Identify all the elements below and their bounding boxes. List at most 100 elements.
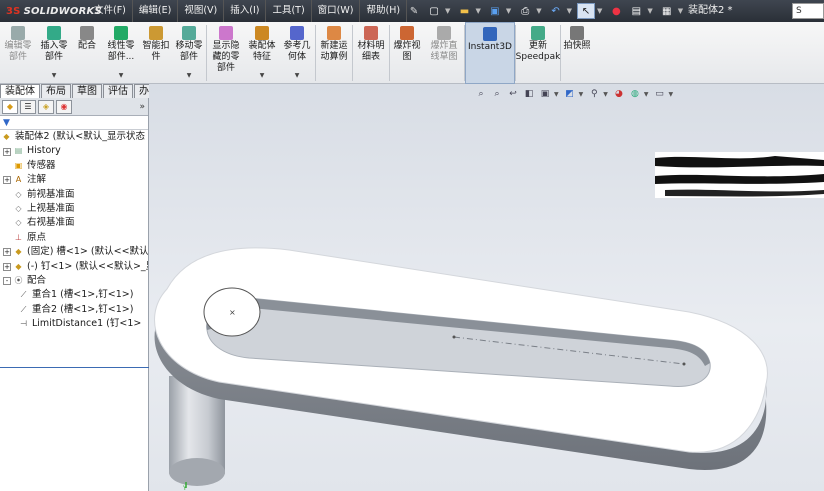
tree-node-label: 配合 <box>27 274 47 286</box>
tree-end-rollback-bar[interactable] <box>0 367 149 368</box>
section-view-icon[interactable]: ◧ <box>522 87 536 101</box>
menu-item[interactable]: 窗口(W) <box>312 0 361 22</box>
feature-manager-tab-icon[interactable]: ◆ <box>2 99 18 114</box>
chevron-down-icon[interactable]: ▼ <box>445 7 450 15</box>
command-button[interactable]: 移动零 部件 ▼ <box>172 22 206 84</box>
expand-panel-icon[interactable]: » <box>139 102 145 112</box>
tree-node[interactable]: ⊣ LimitDistance1 (钉<1> <box>0 317 148 331</box>
new-document-icon[interactable]: ▢ <box>425 3 443 19</box>
pin-menu-icon[interactable]: ✎ <box>407 6 421 17</box>
open-folder-icon[interactable]: ▬ <box>455 3 473 19</box>
hide-show-items-icon[interactable]: ⚲ <box>587 87 601 101</box>
tree-node[interactable]: + ◆ (-) 钉<1> (默认<<默认>_显 <box>0 260 148 274</box>
menu-item[interactable]: 插入(I) <box>224 0 267 22</box>
display-manager-tab-icon[interactable]: ◉ <box>56 99 72 114</box>
save-icon[interactable]: ▣ <box>486 3 504 19</box>
command-button[interactable]: 拍快照 <box>561 22 593 84</box>
chevron-down-icon[interactable]: ▼ <box>536 7 541 15</box>
graphics-area[interactable]: × Y ⌕ ⌕ ↩ ◧ ▣ ▼ ◩ ▼ ⚲ ▼ ◕ ◍ ▼ ▭ ▼ <box>149 84 824 491</box>
menu-item[interactable]: 文件(F) <box>88 0 133 22</box>
chevron-down-icon[interactable]: ▼ <box>579 91 584 98</box>
rebuild-traffic-light-icon[interactable]: ● <box>607 3 625 19</box>
chevron-down-icon[interactable]: ▼ <box>603 91 608 98</box>
view-orientation-icon[interactable]: ▣ <box>538 87 552 101</box>
collapse-icon[interactable]: - <box>3 277 11 286</box>
file-properties-icon[interactable]: ▤ <box>627 3 645 19</box>
tree-node[interactable]: + ◆ (固定) 槽<1> (默认<<默认_ <box>0 245 148 259</box>
command-button[interactable]: 配合 <box>72 22 102 84</box>
command-button[interactable]: 智能扣 件 <box>140 22 172 84</box>
configuration-manager-tab-icon[interactable]: ◈ <box>38 99 54 114</box>
chevron-down-icon[interactable]: ▼ <box>678 7 683 15</box>
plane-icon: ◇ <box>15 203 22 213</box>
tree-node[interactable]: + A 注解 <box>0 173 148 187</box>
command-button[interactable]: 爆炸视 图 <box>390 22 424 84</box>
command-button[interactable]: 新建运 动算例 <box>316 22 352 84</box>
command-button[interactable]: 更新 Speedpak <box>516 22 560 84</box>
command-button[interactable]: 编辑零 部件 <box>0 22 36 84</box>
command-button[interactable]: Instant3D <box>465 22 515 84</box>
previous-view-icon[interactable]: ↩ <box>506 87 520 101</box>
apply-scene-icon[interactable]: ◍ <box>628 87 642 101</box>
menu-item[interactable]: 帮助(H) <box>360 0 408 22</box>
tab[interactable]: 布局 <box>41 84 71 98</box>
undo-icon[interactable]: ↶ <box>547 3 565 19</box>
select-pointer-icon[interactable]: ↖ <box>577 3 595 19</box>
tree-node[interactable]: ▣ 传感器 <box>0 159 148 173</box>
tree-node[interactable]: ◇ 右视基准面 <box>0 216 148 230</box>
tree-node[interactable]: ⊥ 原点 <box>0 231 148 245</box>
tab[interactable]: 评估 <box>103 84 133 98</box>
filter-icon[interactable]: ▼ <box>3 118 10 128</box>
edit-component-icon <box>11 26 25 40</box>
chevron-down-icon[interactable]: ▼ <box>260 70 265 81</box>
command-button[interactable]: 插入零 部件 ▼ <box>36 22 72 84</box>
slot-part[interactable] <box>154 247 768 470</box>
pin-top-face[interactable]: × <box>203 287 261 337</box>
menu-item[interactable]: 编辑(E) <box>133 0 179 22</box>
chevron-down-icon[interactable]: ▼ <box>567 7 572 15</box>
view-settings-icon[interactable]: ▭ <box>653 87 667 101</box>
tree-root-assembly[interactable]: ◆ 装配体2 (默认<默认_显示状态 <box>0 130 148 144</box>
tree-node[interactable]: ⟋ 重合1 (槽<1>,钉<1>) <box>0 288 148 302</box>
model-view[interactable]: × Y <box>149 84 824 491</box>
zoom-to-fit-icon[interactable]: ⌕ <box>474 87 488 101</box>
tree-node[interactable]: + ▤ History <box>0 144 148 158</box>
chevron-down-icon[interactable]: ▼ <box>187 70 192 81</box>
chevron-down-icon[interactable]: ▼ <box>597 7 602 15</box>
help-search-input[interactable]: S <box>792 3 824 19</box>
chevron-down-icon[interactable]: ▼ <box>644 91 649 98</box>
chevron-down-icon[interactable]: ▼ <box>669 91 674 98</box>
display-style-icon[interactable]: ◩ <box>563 87 577 101</box>
command-button[interactable]: 显示隐 藏的零 部件 <box>207 22 245 84</box>
tab[interactable]: 草图 <box>72 84 102 98</box>
edit-appearance-icon[interactable]: ◕ <box>612 87 626 101</box>
command-button[interactable]: 参考几 何体 ▼ <box>279 22 315 84</box>
zoom-to-area-icon[interactable]: ⌕ <box>490 87 504 101</box>
chevron-down-icon[interactable]: ▼ <box>647 7 652 15</box>
tree-node[interactable]: ⟋ 重合2 (槽<1>,钉<1>) <box>0 303 148 317</box>
tree-node[interactable]: ◇ 上视基准面 <box>0 202 148 216</box>
command-button[interactable]: 爆炸直 线草图 <box>424 22 464 84</box>
feature-manager-panel: ◆ ☰ ◈ ◉ » ▼ ◆ 装配体2 (默认<默认_显示状态 + ▤ History… <box>0 98 149 491</box>
chevron-down-icon[interactable]: ▼ <box>295 70 300 81</box>
menu-item[interactable]: 工具(T) <box>266 0 312 22</box>
property-manager-tab-icon[interactable]: ☰ <box>20 99 36 114</box>
chevron-down-icon[interactable]: ▼ <box>119 70 124 81</box>
chevron-down-icon[interactable]: ▼ <box>554 91 559 98</box>
tree-node[interactable]: - ⦿ 配合 <box>0 274 148 288</box>
tab[interactable]: 装配体 <box>0 84 40 98</box>
expand-icon[interactable]: + <box>3 176 11 185</box>
options-icon[interactable]: ▦ <box>658 3 676 19</box>
command-button[interactable]: 线性零 部件... ▼ <box>102 22 140 84</box>
chevron-down-icon[interactable]: ▼ <box>52 70 57 81</box>
chevron-down-icon[interactable]: ▼ <box>475 7 480 15</box>
expand-icon[interactable]: + <box>3 262 11 271</box>
menu-item[interactable]: 视图(V) <box>178 0 225 22</box>
print-icon[interactable]: ⎙ <box>516 3 534 19</box>
expand-icon[interactable]: + <box>3 248 11 257</box>
command-button[interactable]: 材料明 细表 <box>353 22 389 84</box>
expand-icon[interactable]: + <box>3 147 11 156</box>
chevron-down-icon[interactable]: ▼ <box>506 7 511 15</box>
command-button[interactable]: 装配体 特征 ▼ <box>245 22 279 84</box>
tree-node[interactable]: ◇ 前视基准面 <box>0 188 148 202</box>
